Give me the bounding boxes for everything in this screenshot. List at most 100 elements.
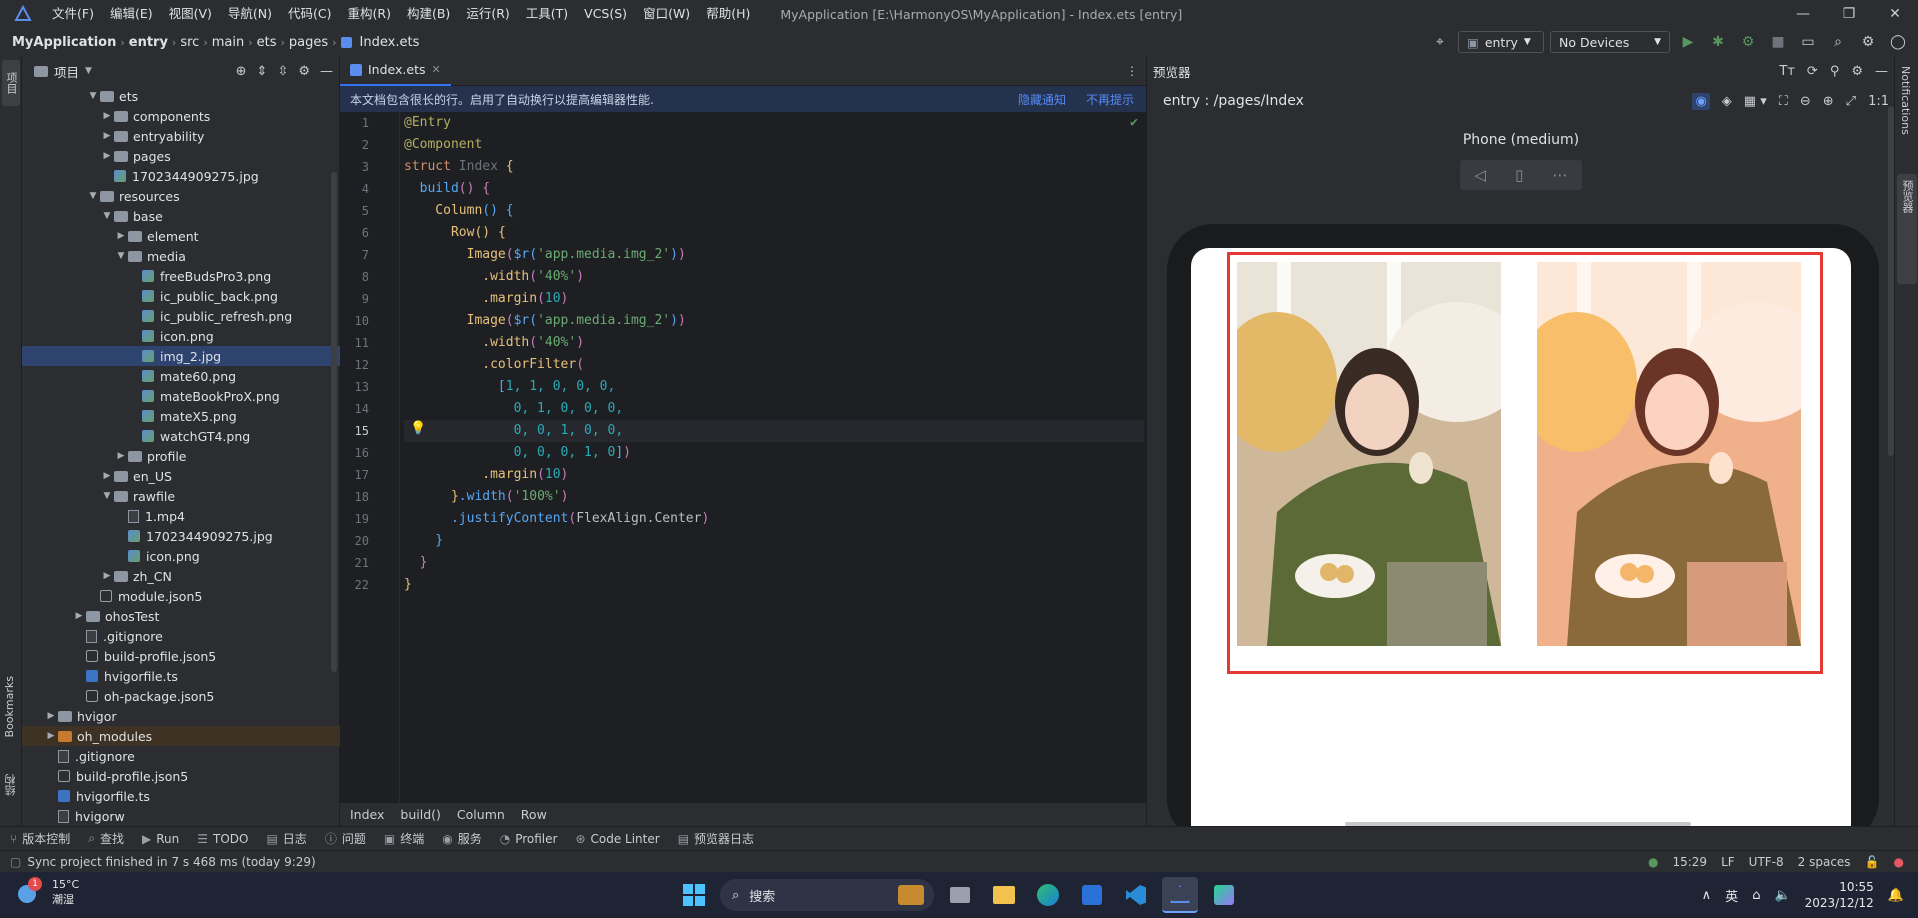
code-line[interactable]: }: [404, 574, 1144, 596]
tree-item[interactable]: ic_public_refresh.png: [22, 306, 340, 326]
tree-item[interactable]: mateX5.png: [22, 406, 340, 426]
tool-window-profiler[interactable]: ◔ Profiler: [500, 832, 558, 846]
chevron-down-icon[interactable]: ▼: [100, 491, 114, 501]
tree-item[interactable]: oh-package.json5: [22, 686, 340, 706]
taskbar-search[interactable]: ⌕ 搜索: [720, 879, 934, 911]
editor-breadcrumb-item[interactable]: Row: [521, 807, 547, 822]
project-tool-button[interactable]: 项目: [2, 60, 20, 106]
code-line[interactable]: Row() {: [404, 222, 1144, 244]
tree-item[interactable]: ▼ ets: [22, 86, 340, 106]
ime-indicator[interactable]: 英: [1725, 886, 1738, 905]
pin-icon[interactable]: ⚲: [1830, 64, 1840, 79]
notification-bell-icon[interactable]: 🔔: [1888, 888, 1904, 903]
chevron-down-icon[interactable]: ▼: [100, 211, 114, 221]
layers-icon[interactable]: ◈: [1722, 94, 1732, 109]
tree-item[interactable]: ▼ media: [22, 246, 340, 266]
chevron-right-icon[interactable]: ▶: [114, 451, 128, 461]
tree-item[interactable]: hvigorfile.ts: [22, 666, 340, 686]
collapse-all-icon[interactable]: ⇳: [277, 64, 288, 79]
tree-item[interactable]: ▶ pages: [22, 146, 340, 166]
target-icon[interactable]: ⌖: [1428, 30, 1452, 54]
bulb-icon[interactable]: 💡: [410, 421, 426, 436]
tree-item[interactable]: ▼ resources: [22, 186, 340, 206]
ratio-label[interactable]: 1:1: [1868, 94, 1889, 109]
tree-item[interactable]: ▼ rawfile: [22, 486, 340, 506]
tree-item[interactable]: ▶ ohosTest: [22, 606, 340, 626]
code-line[interactable]: struct Index {: [404, 156, 1144, 178]
code-line[interactable]: Image($r('app.media.img_2')): [404, 310, 1144, 332]
store-icon[interactable]: [1074, 877, 1110, 913]
hide-icon[interactable]: —: [1875, 64, 1888, 79]
menu-item[interactable]: 窗口(W): [635, 0, 698, 28]
line-separator[interactable]: LF: [1721, 855, 1735, 869]
tree-scrollbar[interactable]: [331, 172, 337, 672]
tool-window-vcs[interactable]: ⑂ 版本控制: [10, 830, 70, 847]
refresh-icon[interactable]: ⟳: [1807, 64, 1818, 79]
previewer-tool-button[interactable]: 预览器: [1897, 174, 1917, 284]
bookmarks-tool-button[interactable]: Bookmarks: [3, 676, 16, 740]
more-icon[interactable]: ⋮: [1126, 64, 1138, 78]
locate-icon[interactable]: ⊕: [236, 64, 247, 79]
menu-item[interactable]: 工具(T): [518, 0, 576, 28]
module-select[interactable]: ▣ entry ▼: [1458, 31, 1544, 53]
code-line[interactable]: @Component: [404, 134, 1144, 156]
tree-item[interactable]: 1702344909275.jpg: [22, 526, 340, 546]
code-line[interactable]: [1, 1, 0, 0, 0,: [404, 376, 1144, 398]
profile-icon[interactable]: ⚙: [1736, 30, 1760, 54]
vscode-icon[interactable]: [1118, 877, 1154, 913]
volume-icon[interactable]: 🔈: [1774, 888, 1790, 903]
minimize-icon[interactable]: —: [1780, 0, 1826, 28]
code-line[interactable]: .width('40%'): [404, 332, 1144, 354]
breadcrumb-item[interactable]: MyApplication: [8, 35, 120, 50]
chevron-right-icon[interactable]: ▶: [100, 471, 114, 481]
breadcrumb-item[interactable]: src: [176, 35, 203, 50]
tree-item[interactable]: .gitignore: [22, 746, 340, 766]
expand-all-icon[interactable]: ⇕: [257, 64, 268, 79]
breadcrumb-item[interactable]: entry: [125, 35, 172, 50]
error-icon[interactable]: ●: [1894, 855, 1904, 869]
code-line[interactable]: }: [404, 552, 1144, 574]
close-tab-icon[interactable]: ✕: [432, 63, 441, 76]
settings-icon[interactable]: ⚙: [1856, 30, 1880, 54]
lock-icon[interactable]: 🔓: [1865, 855, 1880, 869]
tree-item[interactable]: build-profile.json5: [22, 646, 340, 666]
tool-window-services[interactable]: ◉ 服务: [442, 830, 482, 847]
code-lines[interactable]: @Entry @Component struct Index { build() {…: [404, 112, 1144, 596]
gear-icon[interactable]: ⚙: [298, 64, 310, 79]
menu-item[interactable]: 构建(B): [399, 0, 458, 28]
weather-widget[interactable]: 1 15°C 潮湿: [14, 877, 79, 907]
network-icon[interactable]: ⌂: [1752, 888, 1760, 903]
menu-item[interactable]: 运行(R): [458, 0, 517, 28]
tree-item[interactable]: ▼ base: [22, 206, 340, 226]
inspector-icon[interactable]: ◉: [1692, 92, 1710, 110]
chevron-down-icon[interactable]: ▼: [114, 251, 128, 261]
tree-item[interactable]: ▶ entryability: [22, 126, 340, 146]
menu-item[interactable]: 导航(N): [220, 0, 280, 28]
deveco-icon[interactable]: [1162, 877, 1198, 913]
edge-icon[interactable]: [1030, 877, 1066, 913]
settings-icon[interactable]: ⚙: [1851, 64, 1863, 79]
file-explorer-icon[interactable]: [986, 877, 1022, 913]
code-line[interactable]: .width('40%'): [404, 266, 1144, 288]
tab-index-ets[interactable]: Index.ets ✕: [340, 56, 451, 86]
multi-device-icon[interactable]: ▦ ▾: [1744, 94, 1767, 109]
chevron-right-icon[interactable]: ▶: [44, 731, 58, 741]
menu-item[interactable]: 重构(R): [340, 0, 399, 28]
tree-item[interactable]: hvigorw: [22, 806, 340, 826]
back-icon[interactable]: ◁: [1475, 166, 1487, 184]
device-manager-icon[interactable]: ▭: [1796, 30, 1820, 54]
tool-window-preview-log[interactable]: ▤ 预览器日志: [678, 830, 754, 847]
structure-tool-button[interactable]: 结构: [3, 774, 19, 799]
more-icon[interactable]: ⋯: [1552, 166, 1567, 184]
start-button[interactable]: [676, 877, 712, 913]
tree-item[interactable]: ▶ oh_modules: [22, 726, 340, 746]
tree-item[interactable]: icon.png: [22, 326, 340, 346]
tree-item[interactable]: freeBudsPro3.png: [22, 266, 340, 286]
editor-breadcrumb-item[interactable]: Index: [350, 807, 384, 822]
fit-icon[interactable]: ⛶: [1779, 94, 1788, 109]
tree-item[interactable]: mateBookProX.png: [22, 386, 340, 406]
editor-breadcrumb-item[interactable]: Column: [457, 807, 505, 822]
close-icon[interactable]: ✕: [1872, 0, 1918, 28]
menu-item[interactable]: 代码(C): [280, 0, 339, 28]
zoom-in-icon[interactable]: ⊕: [1823, 94, 1834, 109]
